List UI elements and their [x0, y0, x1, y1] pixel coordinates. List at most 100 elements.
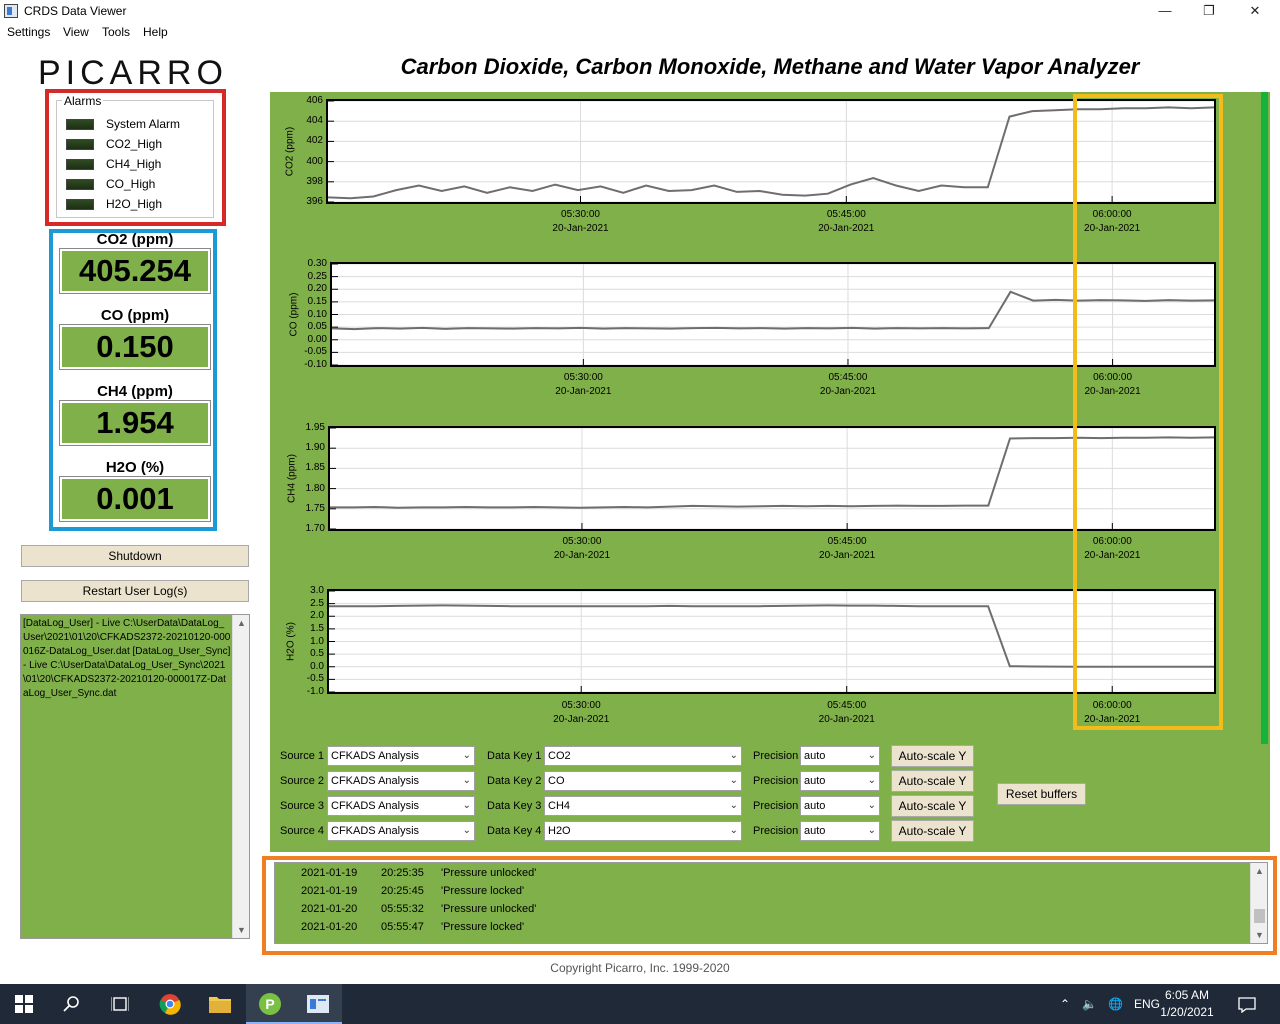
h2o-reading-label: H2O (%)	[105, 459, 165, 476]
alarm-label: CH4_High	[106, 157, 162, 171]
picarro-logo: PICARRO	[38, 54, 228, 92]
scroll-up-icon[interactable]: ▲	[1251, 863, 1268, 879]
data-key-select[interactable]: CH4 ⌄	[544, 796, 742, 816]
menu-help[interactable]: Help	[143, 25, 168, 39]
scroll-up-icon[interactable]: ▲	[233, 615, 250, 631]
clock-time: 6:05 AM	[1164, 988, 1210, 1002]
autoscale-y-button[interactable]: Auto-scale Y	[891, 745, 974, 767]
source-select[interactable]: CFKADS Analysis ⌄	[327, 746, 475, 766]
network-globe-icon[interactable]: 🌐	[1108, 984, 1123, 1024]
event-message: 'Pressure unlocked'	[441, 903, 537, 915]
co-reading-value: 0.150	[59, 324, 211, 370]
tray-chevron-icon[interactable]: ⌃	[1060, 984, 1070, 1024]
chevron-down-icon: ⌄	[462, 775, 471, 786]
taskbar-clock[interactable]: 6:05 AM 1/20/2021	[1152, 987, 1222, 1021]
chevron-down-icon: ⌄	[462, 800, 471, 811]
notification-icon[interactable]	[1238, 984, 1256, 1024]
user-log-scrollbar[interactable]: ▲ ▼	[232, 615, 249, 938]
scroll-down-icon[interactable]: ▼	[1251, 927, 1268, 943]
user-log-panel[interactable]: [DataLog_User] - Live C:\UserData\DataLo…	[20, 614, 250, 939]
reset-buffers-button[interactable]: Reset buffers	[997, 783, 1086, 805]
alarm-label: CO_High	[106, 177, 156, 191]
task-view-icon[interactable]	[96, 984, 144, 1024]
event-message: 'Pressure locked'	[441, 921, 525, 933]
window-title: CRDS Data Viewer	[24, 4, 127, 18]
menu-bar: Settings View Tools Help	[0, 22, 1280, 42]
search-icon[interactable]	[48, 984, 96, 1024]
shutdown-button[interactable]: Shutdown	[21, 545, 249, 567]
menu-settings[interactable]: Settings	[7, 25, 50, 39]
chrome-icon[interactable]	[146, 984, 194, 1024]
menu-view[interactable]: View	[63, 25, 89, 39]
restart-user-log-button[interactable]: Restart User Log(s)	[21, 580, 249, 602]
event-message: 'Pressure locked'	[441, 885, 525, 897]
chevron-down-icon: ⌄	[867, 775, 876, 786]
autoscale-y-button[interactable]: Auto-scale Y	[891, 770, 974, 792]
source-select[interactable]: CFKADS Analysis ⌄	[327, 821, 475, 841]
chevron-down-icon: ⌄	[867, 825, 876, 836]
event-date: 2021-01-19	[301, 885, 358, 897]
autoscale-y-button[interactable]: Auto-scale Y	[891, 795, 974, 817]
close-button[interactable]: ✕	[1240, 2, 1270, 20]
x-tick-label: 05:30:00 20-Jan-2021	[555, 372, 612, 397]
event-date: 2021-01-19	[301, 867, 358, 879]
event-time: 05:55:32	[381, 903, 424, 915]
precision-label: Precision	[753, 800, 799, 812]
x-tick-label: 05:45:00 20-Jan-2021	[818, 209, 875, 234]
y-axis-label: CO2 (ppm)	[284, 126, 296, 176]
crds-viewer-taskbar-icon[interactable]: P	[246, 984, 294, 1024]
chevron-down-icon: ⌄	[729, 825, 738, 836]
precision-select[interactable]: auto ⌄	[800, 771, 880, 791]
data-key-select[interactable]: CO ⌄	[544, 771, 742, 791]
chevron-down-icon: ⌄	[729, 750, 738, 761]
co-reading-label: CO (ppm)	[100, 307, 170, 324]
data-key-label: Data Key 3	[487, 800, 542, 812]
status-strip	[1261, 92, 1268, 744]
precision-select[interactable]: auto ⌄	[800, 796, 880, 816]
precision-select[interactable]: auto ⌄	[800, 821, 880, 841]
file-explorer-icon[interactable]	[196, 984, 244, 1024]
x-tick-label: 05:30:00 20-Jan-2021	[553, 536, 611, 561]
source-select[interactable]: CFKADS Analysis ⌄	[327, 796, 475, 816]
chevron-down-icon: ⌄	[867, 800, 876, 811]
ch4-reading-label: CH4 (ppm)	[97, 383, 173, 400]
data-key-label: Data Key 1	[487, 750, 542, 762]
precision-label: Precision	[753, 750, 799, 762]
precision-select[interactable]: auto ⌄	[800, 746, 880, 766]
precision-label: Precision	[753, 825, 799, 837]
windows-start-icon[interactable]	[0, 984, 48, 1024]
data-key-select[interactable]: H2O ⌄	[544, 821, 742, 841]
x-tick-label: 05:30:00 20-Jan-2021	[552, 209, 609, 234]
chevron-down-icon: ⌄	[462, 750, 471, 761]
event-date: 2021-01-20	[301, 903, 358, 915]
autoscale-y-button[interactable]: Auto-scale Y	[891, 820, 974, 842]
copyright: Copyright Picarro, Inc. 1999-2020	[550, 961, 730, 975]
h2o-reading-value: 0.001	[59, 476, 211, 522]
event-log-panel[interactable]: 2021-01-19 20:25:35 'Pressure unlocked' 202…	[274, 862, 1268, 944]
chevron-down-icon: ⌄	[729, 775, 738, 786]
source-select[interactable]: CFKADS Analysis ⌄	[327, 771, 475, 791]
data-key-label: Data Key 2	[487, 775, 542, 787]
speaker-icon[interactable]: 🔈	[1082, 984, 1097, 1024]
restore-button[interactable]: ❐	[1194, 2, 1224, 20]
event-time: 20:25:45	[381, 885, 424, 897]
x-tick-label: 05:30:00 20-Jan-2021	[553, 700, 610, 725]
user-log-text: [DataLog_User] - Live C:\UserData\DataLo…	[23, 618, 231, 699]
menu-tools[interactable]: Tools	[102, 25, 130, 39]
taskbar: P ⌃ 🔈 🌐 ENG 6:05 AM 1/20/2021	[0, 984, 1280, 1024]
co2-reading-label: CO2 (ppm)	[96, 231, 174, 248]
main-title: Carbon Dioxide, Carbon Monoxide, Methane…	[400, 54, 1140, 79]
event-date: 2021-01-20	[301, 921, 358, 933]
y-axis-label: H2O (%)	[285, 621, 297, 661]
minimize-button[interactable]: —	[1150, 2, 1180, 20]
event-log-scrollbar[interactable]: ▲ ▼	[1250, 863, 1267, 943]
data-viewer-taskbar-icon[interactable]	[294, 984, 342, 1024]
title-bar: CRDS Data Viewer — ❐ ✕	[0, 0, 1280, 22]
app-icon	[4, 4, 18, 18]
data-key-select[interactable]: CO2 ⌄	[544, 746, 742, 766]
alarms-label: Alarms	[62, 94, 104, 108]
scroll-down-icon[interactable]: ▼	[233, 922, 250, 938]
source-label: Source 1	[280, 750, 325, 762]
event-time: 05:55:47	[381, 921, 424, 933]
scroll-thumb[interactable]	[1254, 909, 1265, 923]
